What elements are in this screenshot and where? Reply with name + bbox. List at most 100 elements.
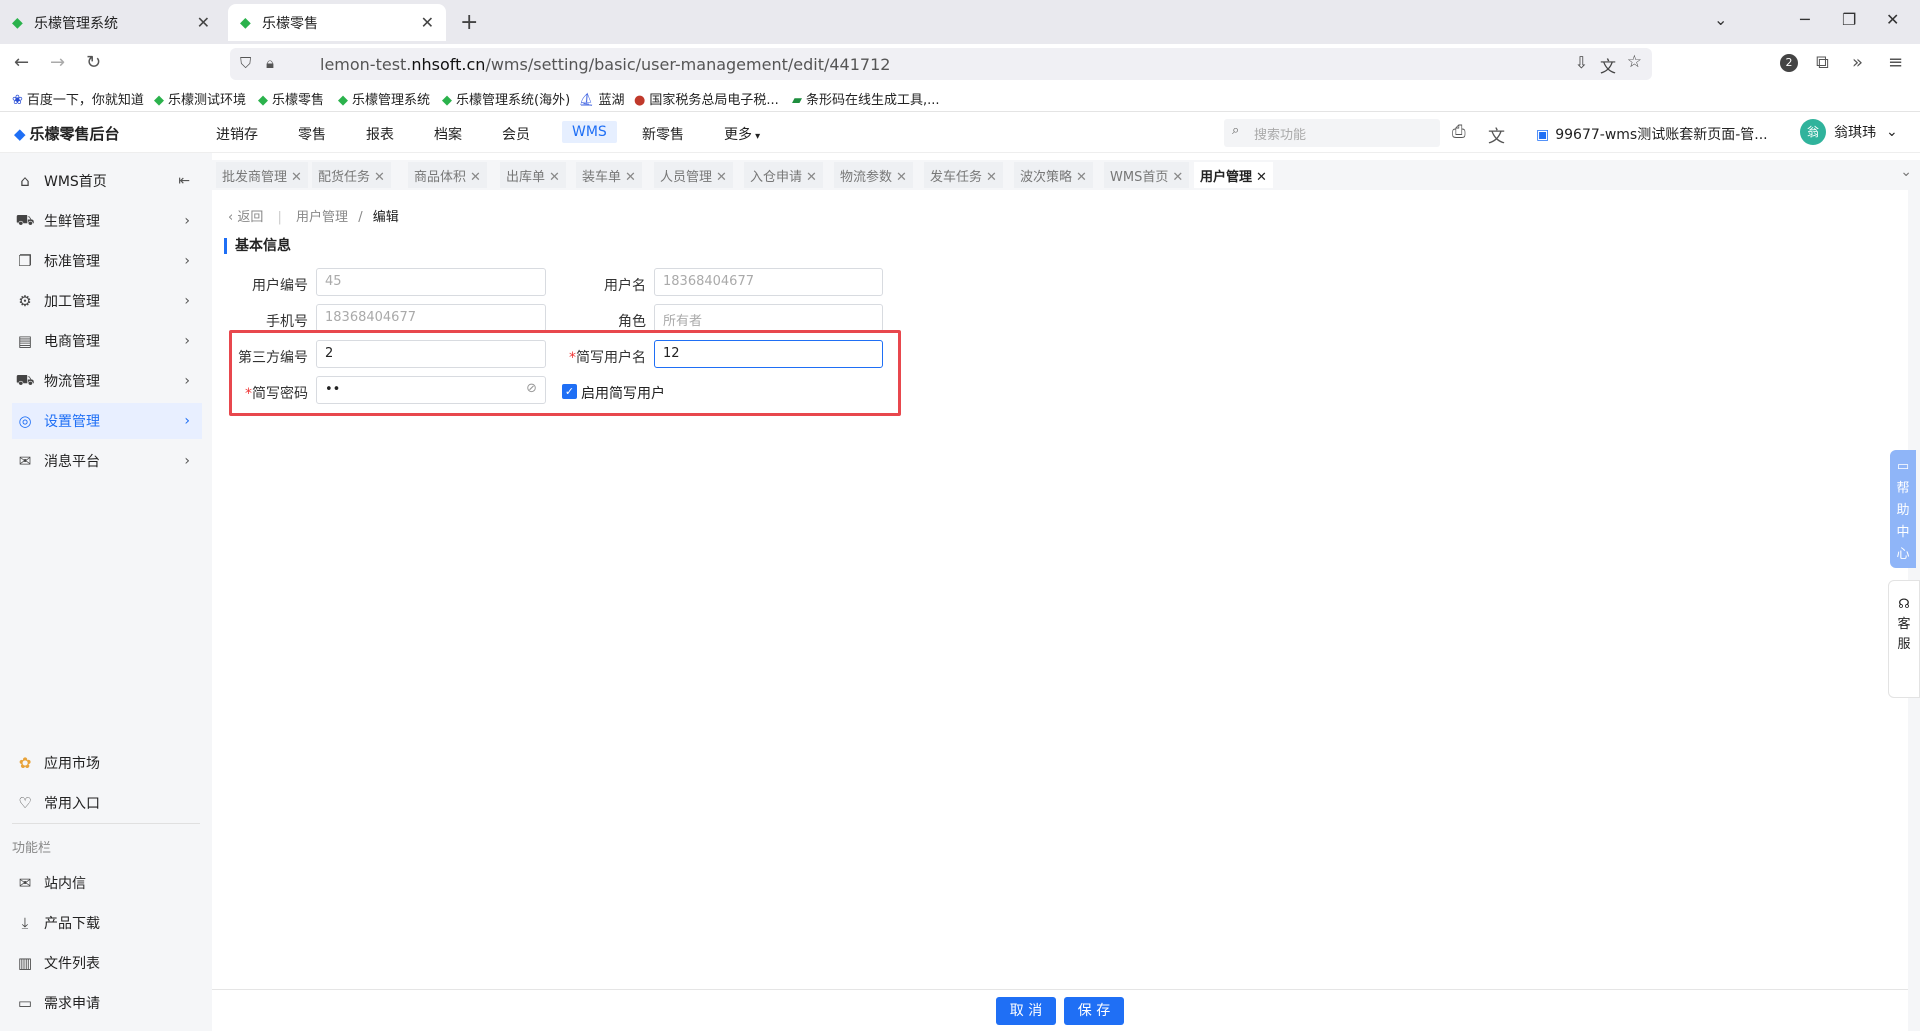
page-tab[interactable]: 出库单 ✕ [500,162,566,188]
bookmark-item[interactable]: ● 国家税务总局电子税... [634,89,779,108]
sidebar-item-favorites[interactable]: ♡ 常用入口 [12,785,202,821]
caret-down-icon: ▾ [752,131,761,142]
lemon-favicon-icon: ◆ [240,14,251,31]
close-tab-icon[interactable]: ✕ [374,170,385,185]
sidebar-item-files[interactable]: ▥ 文件列表 [12,945,202,981]
sidebar-item-fresh[interactable]: ⛟ 生鲜管理 › [12,203,202,239]
breadcrumb-parent[interactable]: 用户管理 [296,210,348,225]
chevron-right-icon: › [184,373,190,389]
page-tab[interactable]: 配货任务 ✕ [312,162,391,188]
page-tab[interactable]: 人员管理 ✕ [654,162,733,188]
bookmark-item[interactable]: ⛵︎ 蓝湖 [578,89,625,108]
role-label: 角色 [618,314,646,330]
page-tab[interactable]: 物流参数 ✕ [834,162,913,188]
close-tab-icon[interactable]: ✕ [986,170,997,185]
sidebar-item-process[interactable]: ⚙ 加工管理 › [12,283,202,319]
brand[interactable]: ◆ 乐檬零售后台 [14,123,120,144]
cancel-button[interactable]: 取 消 [996,997,1056,1025]
page-tab-active[interactable]: 用户管理 ✕ [1194,162,1273,188]
close-tab-icon[interactable]: ✕ [896,170,907,185]
save-button[interactable]: 保 存 [1064,997,1124,1025]
close-window-icon[interactable]: ✕ [1886,10,1899,29]
bookmark-item[interactable]: ◆ 乐檬测试环境 [154,89,246,108]
menu-item-more[interactable]: 更多 ▾ [724,124,760,144]
user-menu[interactable]: 翁 翁琪玮 ⌄ [1800,119,1898,145]
sidebar-item-settings[interactable]: ◎ 设置管理 › [12,403,202,439]
extensions-icon[interactable]: ⧉ [1816,52,1829,73]
menu-icon[interactable]: ≡ [1888,52,1903,73]
star-icon[interactable]: ☆ [1627,52,1642,72]
minimize-icon[interactable]: ─ [1800,10,1810,29]
close-tab-icon[interactable]: ✕ [1076,170,1087,185]
sidebar-item-inbox[interactable]: ✉ 站内信 [12,865,202,901]
address-bar[interactable]: ⛉ 🔒︎ lemon-test.nhsoft.cn/wms/setting/ba… [230,48,1652,80]
logistics-icon: ⛟ [15,371,35,389]
sidebar-item-download[interactable]: ⤓ 产品下载 [12,905,202,941]
new-tab-icon[interactable]: + [460,10,478,35]
close-tab-icon[interactable]: ✕ [1172,170,1183,185]
phone-field[interactable]: 18368404677 [316,304,546,332]
chevron-down-icon[interactable]: ⌄ [1900,164,1912,180]
back-icon[interactable]: ← [14,52,29,73]
extension-badge[interactable]: 2 [1780,54,1798,72]
reload-icon[interactable]: ↻ [86,52,101,73]
browser-tab-1[interactable]: ◆ 乐檬管理系统 ✕ [0,4,222,41]
customer-service-button[interactable]: ☊ 客服 [1888,580,1920,698]
sidebar-item-ecommerce[interactable]: ▤ 电商管理 › [12,323,202,359]
bookmark-item[interactable]: ◆ 乐檬管理系统 [338,89,430,108]
page-tabs: 批发商管理 ✕ 配货任务 ✕ 商品体积 ✕ 出库单 ✕ 装车单 ✕ 人员管理 ✕ 入仓申请 ✕… [212,160,1920,190]
menu-item[interactable]: 会员 [502,124,530,144]
page-tab[interactable]: WMS首页 ✕ [1104,162,1190,188]
sidebar-item-logistics[interactable]: ⛟ 物流管理 › [12,363,202,399]
back-link[interactable]: ‹ 返回 [228,210,263,225]
breadcrumb-current: 编辑 [372,210,399,225]
more-tools-icon[interactable]: » [1852,52,1863,73]
role-field[interactable]: 所有者 [654,304,883,332]
close-tab-icon[interactable]: ✕ [716,170,727,185]
close-tab-icon[interactable]: ✕ [806,170,817,185]
page-tab[interactable]: 发车任务 ✕ [924,162,1003,188]
print-icon[interactable]: ⎙ [1452,122,1466,142]
account-switcher[interactable]: ▣ 99677-wms测试账套新页面-管... [1536,124,1768,144]
close-tab-icon[interactable]: ✕ [625,170,636,185]
sidebar-item-request[interactable]: ▭ 需求申请 [12,985,202,1021]
collapse-sidebar-icon[interactable]: ⇤ [178,173,190,189]
close-tab-icon[interactable]: ✕ [197,13,210,32]
language-icon[interactable]: 文 [1488,122,1505,147]
menu-item[interactable]: 进销存 [216,124,258,144]
bookmark-item[interactable]: ◆ 乐檬零售 [258,89,324,108]
forward-icon[interactable]: → [50,52,65,73]
tab-list-icon[interactable]: ⌄ [1714,10,1727,29]
bookmark-item[interactable]: ▰ 条形码在线生成工具,... [792,89,940,108]
user-id-field[interactable]: 45 [316,268,546,296]
sidebar-item-message[interactable]: ✉ 消息平台 › [12,443,202,479]
close-tab-icon[interactable]: ✕ [1256,170,1267,185]
sidebar-item-standard[interactable]: ❐ 标准管理 › [12,243,202,279]
menu-item[interactable]: 报表 [366,124,394,144]
menu-item[interactable]: 新零售 [642,124,684,144]
help-center-button[interactable]: ▭ 帮助中心 [1890,450,1916,568]
menu-item[interactable]: 零售 [298,124,326,144]
function-search-input[interactable]: ⌕ 搜索功能 [1224,119,1440,147]
close-tab-icon[interactable]: ✕ [470,170,481,185]
menu-item-active[interactable]: WMS [562,121,617,143]
page-tab[interactable]: 商品体积 ✕ [408,162,487,188]
restore-icon[interactable]: ❐ [1842,10,1856,29]
close-tab-icon[interactable]: ✕ [291,170,302,185]
bookmark-item[interactable]: ◆ 乐檬管理系统(海外) [442,89,570,108]
install-icon[interactable]: ⇩ [1575,53,1588,72]
username-field[interactable]: 18368404677 [654,268,883,296]
page-tab[interactable]: 装车单 ✕ [576,162,642,188]
sidebar-item-wms-home[interactable]: ⌂ WMS首页 ⇤ [12,163,202,199]
bookmark-item[interactable]: ❀ 百度一下，你就知道 [12,89,144,108]
close-tab-icon[interactable]: ✕ [549,170,560,185]
page-tab[interactable]: 波次策略 ✕ [1014,162,1093,188]
browser-tab-2[interactable]: ◆ 乐檬零售 ✕ [228,4,446,41]
translate-icon[interactable]: 文 [1600,53,1616,77]
page-tab[interactable]: 批发商管理 ✕ [216,162,308,188]
app-header: ◆ 乐檬零售后台 进销存 零售 报表 档案 会员 WMS 新零售 更多 ▾ ⌕ 搜… [0,113,1920,153]
sidebar-item-app-market[interactable]: ✿ 应用市场 [12,745,202,781]
page-tab[interactable]: 入仓申请 ✕ [744,162,823,188]
menu-item[interactable]: 档案 [434,124,462,144]
close-tab-icon[interactable]: ✕ [421,13,434,32]
